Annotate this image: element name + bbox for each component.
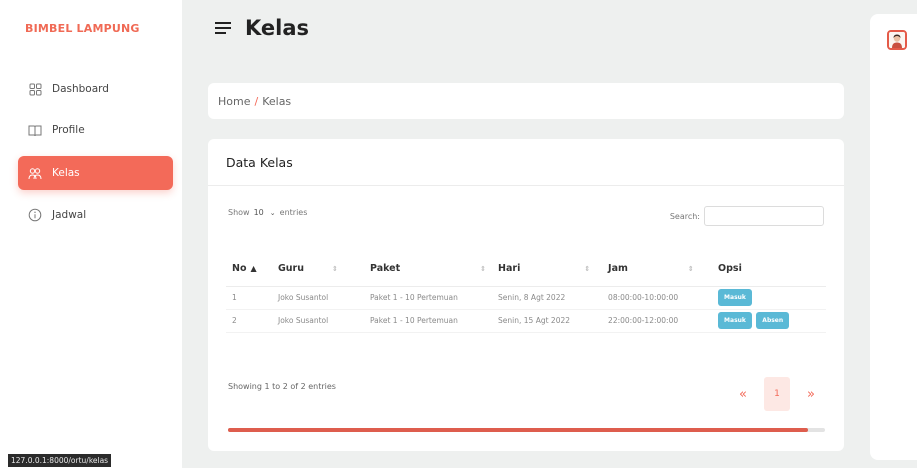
cell-no: 1: [226, 286, 272, 310]
scrollbar-thumb[interactable]: [228, 428, 808, 432]
breadcrumb-home[interactable]: Home: [218, 95, 250, 108]
search-control: Search:: [670, 206, 824, 226]
book-icon: [28, 123, 42, 137]
column-header-paket[interactable]: Paket ⇕: [364, 252, 493, 287]
cell-paket: Paket 1 - 10 Pertemuan: [364, 309, 493, 333]
breadcrumb: Home / Kelas: [208, 83, 844, 119]
entries-control: Show 10 ⌄ entries: [228, 208, 307, 217]
column-header-opsi: Opsi: [712, 252, 826, 287]
sidebar-item-label: Profile: [52, 124, 85, 136]
sidebar-item-label: Dashboard: [52, 83, 109, 95]
card-title: Data Kelas: [208, 139, 844, 186]
cell-hari: Senin, 15 Agt 2022: [492, 309, 603, 333]
brand-logo[interactable]: BIMBEL LAMPUNG: [25, 22, 140, 35]
next-page-button[interactable]: »: [796, 387, 826, 402]
chevron-down-icon: ⌄: [269, 208, 276, 217]
breadcrumb-current: Kelas: [262, 94, 292, 108]
users-icon: [28, 166, 42, 180]
right-panel: [870, 14, 917, 460]
avatar[interactable]: [887, 30, 907, 50]
cell-opsi: Masuk Absen: [712, 309, 826, 333]
kelas-table: No ▲ Guru ⇕ Paket ⇕ Hari ⇕ Jam ⇕ Opsi 1 Joko …: [226, 252, 826, 333]
entries-value: 10: [253, 208, 264, 217]
sidebar: BIMBEL LAMPUNG Dashboard Profile Kelas J…: [0, 0, 182, 468]
column-header-hari[interactable]: Hari ⇕: [492, 252, 603, 287]
avatar-image: [889, 32, 905, 48]
search-input[interactable]: [704, 206, 824, 226]
sort-icon: ⇕: [480, 265, 487, 274]
sidebar-item-kelas[interactable]: Kelas: [18, 156, 173, 190]
sort-icon: ⇕: [687, 265, 694, 274]
sidebar-item-label: Kelas: [52, 167, 80, 179]
menu-icon[interactable]: [215, 19, 231, 37]
cell-jam: 08:00:00-10:00:00: [602, 286, 713, 310]
page-title: Kelas: [245, 16, 310, 40]
data-kelas-card: Data Kelas Show 10 ⌄ entries Search: No ▲…: [208, 139, 844, 451]
search-label: Search:: [669, 211, 700, 221]
cell-paket: Paket 1 - 10 Pertemuan: [364, 286, 493, 310]
prev-page-button[interactable]: «: [728, 387, 758, 402]
page-button-1[interactable]: 1: [764, 377, 790, 411]
table-header-row: No ▲ Guru ⇕ Paket ⇕ Hari ⇕ Jam ⇕ Opsi: [226, 252, 826, 287]
sort-icon: ⇕: [584, 265, 591, 274]
cell-guru: Joko Susantol: [272, 309, 364, 333]
masuk-button[interactable]: Masuk: [718, 312, 752, 329]
sort-icon: ⇕: [332, 265, 338, 274]
sidebar-item-profile[interactable]: Profile: [18, 113, 173, 147]
table-row: 2 Joko Susantol Paket 1 - 10 Pertemuan S…: [226, 309, 826, 333]
entries-label: entries: [279, 208, 308, 217]
entries-select[interactable]: 10 ⌄: [254, 208, 276, 217]
table-info: Showing 1 to 2 of 2 entries: [228, 382, 336, 391]
sort-asc-icon: ▲: [250, 264, 257, 274]
column-header-jam[interactable]: Jam ⇕: [602, 252, 713, 287]
breadcrumb-separator: /: [254, 94, 259, 108]
pagination: « 1 »: [728, 377, 826, 411]
sidebar-item-dashboard[interactable]: Dashboard: [18, 72, 173, 106]
table-row: 1 Joko Susantol Paket 1 - 10 Pertemuan S…: [226, 286, 826, 310]
horizontal-scrollbar[interactable]: [228, 428, 825, 432]
column-header-no[interactable]: No ▲: [226, 252, 272, 287]
info-circle-icon: [28, 208, 42, 222]
cell-no: 2: [226, 309, 272, 333]
show-label: Show: [228, 208, 250, 217]
sidebar-item-label: Jadwal: [52, 209, 87, 221]
masuk-button[interactable]: Masuk: [718, 289, 752, 306]
topbar: Kelas: [215, 16, 309, 40]
absen-button[interactable]: Absen: [756, 312, 790, 329]
cell-guru: Joko Susantol: [272, 286, 364, 310]
cell-jam: 22:00:00-12:00:00: [602, 309, 713, 333]
grid-icon: [28, 82, 42, 96]
cell-opsi: Masuk: [712, 286, 826, 310]
status-bar-url: 127.0.0.1:8000/ortu/kelas: [8, 454, 112, 467]
sidebar-item-jadwal[interactable]: Jadwal: [18, 198, 173, 232]
cell-hari: Senin, 8 Agt 2022: [492, 286, 603, 310]
column-header-guru[interactable]: Guru ⇕: [272, 252, 364, 287]
